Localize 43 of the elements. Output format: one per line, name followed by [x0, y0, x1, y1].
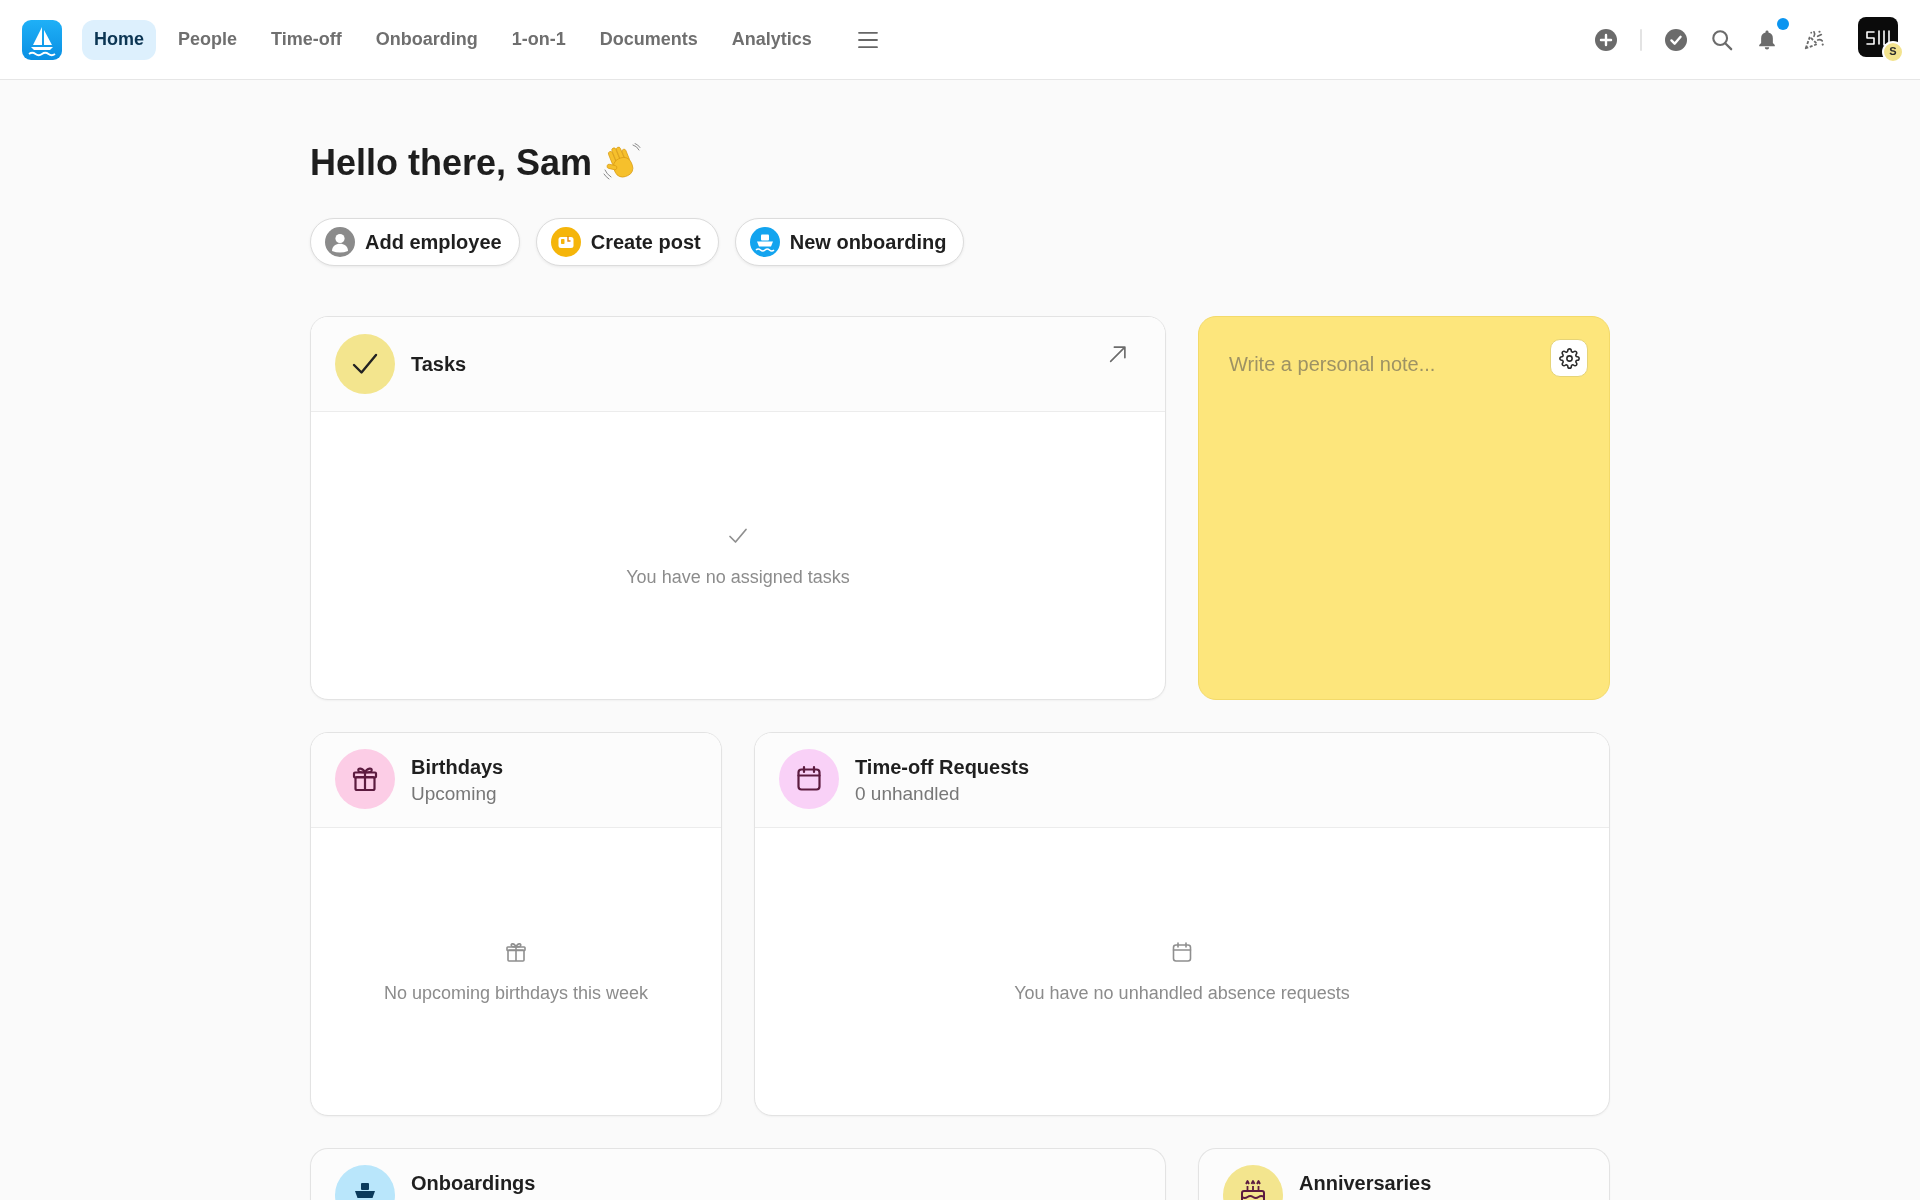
ship-icon [749, 227, 780, 257]
nav-tab[interactable]: Home [82, 19, 156, 60]
calendar-icon [779, 749, 839, 809]
cake-icon [1223, 1165, 1283, 1200]
nav-tab[interactable]: People [166, 19, 250, 60]
card-title: Anniversaries [1299, 1171, 1432, 1195]
note-settings-button[interactable] [1550, 339, 1588, 377]
calendar-icon [1170, 939, 1194, 964]
card-subtitle: Upcoming [411, 782, 498, 806]
ship-icon [335, 1165, 395, 1200]
party-popper-icon[interactable] [1803, 28, 1825, 51]
plus-icon[interactable] [1595, 28, 1617, 51]
gift-icon [335, 749, 395, 809]
menu-icon[interactable] [856, 30, 879, 49]
empty-state-text: You have no assigned tasks [626, 565, 850, 588]
user-initial-badge: S [1882, 40, 1904, 63]
nav-tab[interactable]: Time-off [259, 19, 354, 60]
new-onboarding-button[interactable]: New onboarding [734, 218, 965, 266]
check-circle-icon[interactable] [1665, 28, 1687, 51]
create-post-button[interactable]: Create post [535, 218, 719, 266]
nav-tab[interactable]: 1-on-1 [499, 19, 578, 60]
personal-note-field[interactable]: Write a personal note... [1198, 316, 1610, 700]
card-title: Birthdays [411, 755, 504, 779]
check-icon [335, 334, 395, 394]
nav-tab[interactable]: Analytics [719, 19, 824, 60]
search-icon[interactable] [1711, 28, 1733, 51]
mailbox-icon [550, 227, 581, 257]
card-title: Onboardings [411, 1171, 536, 1195]
empty-state-text: You have no unhandled absence requests [1014, 981, 1350, 1004]
bell-icon[interactable] [1756, 28, 1778, 51]
nav-tab[interactable]: Onboarding [363, 19, 490, 60]
add-employee-button[interactable]: Add employee [310, 218, 520, 266]
arrow-up-right-icon[interactable] [1107, 343, 1129, 365]
empty-state-text: No upcoming birthdays this week [383, 981, 649, 1004]
greeting-heading: Hello there, Sam [310, 141, 593, 185]
settings-icon [1558, 347, 1580, 369]
nav-tab[interactable]: Documents [587, 19, 710, 60]
sailboat-logo-icon[interactable] [22, 19, 62, 60]
person-icon [325, 227, 355, 257]
card-title: Tasks [411, 352, 467, 376]
avatar-logo-icon[interactable] [1858, 16, 1898, 57]
card-subtitle: 0 unhandled [855, 782, 961, 806]
card-title: Time-off Requests [855, 755, 1030, 779]
